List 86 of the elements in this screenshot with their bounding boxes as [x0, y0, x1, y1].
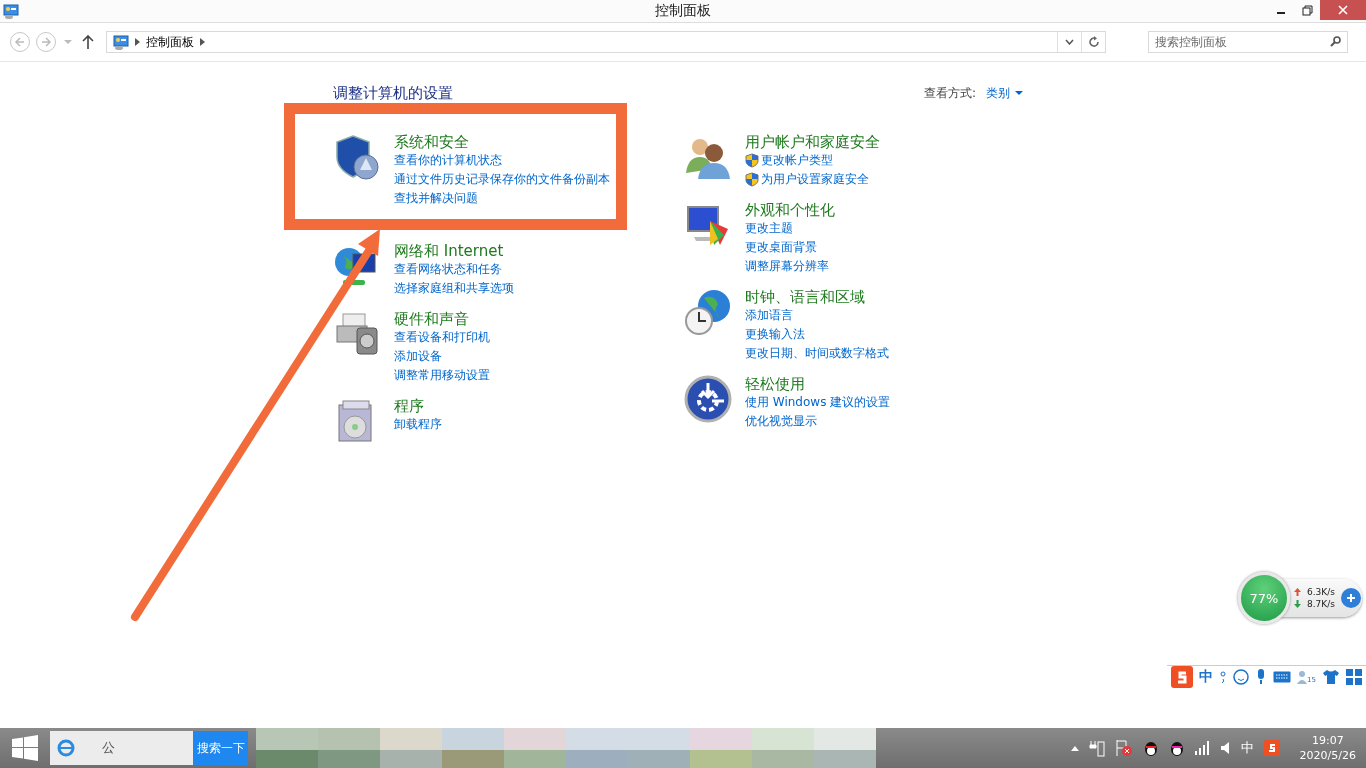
minimize-icon: [1277, 12, 1285, 14]
globe-clock-icon: [684, 288, 732, 336]
caret-icon: [1015, 91, 1023, 96]
penguin-icon[interactable]: [1168, 739, 1185, 757]
category-link[interactable]: 查找并解决问题: [394, 189, 478, 208]
category-link[interactable]: 更改帐户类型: [761, 151, 833, 170]
category-link[interactable]: 使用 Windows 建议的设置: [745, 393, 891, 412]
category-link[interactable]: 添加设备: [394, 347, 442, 366]
sogou-logo-icon[interactable]: [1171, 666, 1194, 688]
chevron-right-icon: [135, 38, 140, 46]
download-arrow-icon: [1294, 600, 1301, 608]
shield-icon: [333, 133, 381, 181]
ime-mode[interactable]: 中: [1199, 668, 1214, 686]
upload-speed: 6.3K/s: [1307, 587, 1335, 597]
grid-icon[interactable]: [1346, 669, 1362, 685]
control-panel-icon: [3, 3, 19, 19]
clock-time: 19:07: [1311, 733, 1344, 748]
category-link[interactable]: 查看网络状态和任务: [394, 260, 502, 279]
category-title[interactable]: 时钟、语言和区域: [745, 288, 865, 306]
signal-icon[interactable]: [1194, 741, 1211, 755]
category-link[interactable]: 调整常用移动设置: [394, 366, 490, 385]
category-link[interactable]: 查看设备和打印机: [394, 328, 490, 347]
plus-icon: [1345, 593, 1356, 603]
taskbar-search-field[interactable]: 公: [50, 731, 193, 765]
punctuation-icon[interactable]: [1219, 670, 1228, 684]
category-title[interactable]: 外观和个性化: [745, 201, 835, 219]
browser-icon: [56, 738, 76, 758]
restore-icon: [1301, 4, 1313, 16]
back-arrow-icon: [14, 36, 26, 48]
category-link[interactable]: 查看你的计算机状态: [394, 151, 502, 170]
category-link[interactable]: 选择家庭组和共享选项: [394, 279, 514, 298]
penguin-icon[interactable]: [1142, 739, 1159, 757]
search-field[interactable]: 搜索控制面板: [1148, 31, 1348, 53]
smiley-icon[interactable]: [1233, 669, 1250, 685]
upload-arrow-icon: [1294, 588, 1301, 596]
window-title: 控制面板: [655, 2, 711, 20]
view-by-dropdown[interactable]: 类别: [986, 85, 1023, 102]
category-title[interactable]: 系统和安全: [394, 133, 469, 151]
keyboard-icon[interactable]: [1273, 671, 1292, 683]
show-hidden-icons[interactable]: [1070, 745, 1079, 751]
download-speed: 8.7K/s: [1307, 599, 1335, 609]
category-link[interactable]: 调整屏幕分辨率: [745, 257, 829, 276]
speaker-icon[interactable]: [1220, 741, 1231, 755]
close-button[interactable]: [1320, 0, 1366, 20]
flag-error-icon[interactable]: [1114, 739, 1133, 757]
chevron-down-icon: [1065, 39, 1074, 45]
up-arrow-icon: [82, 35, 94, 49]
refresh-icon: [1087, 36, 1100, 48]
category-title[interactable]: 程序: [394, 397, 424, 415]
uac-shield-icon: [745, 153, 759, 168]
up-button[interactable]: [80, 35, 96, 49]
category-link[interactable]: 通过文件历史记录保存你的文件备份副本: [394, 170, 610, 189]
chevron-right-icon: [200, 38, 205, 46]
search-icon: [1330, 36, 1341, 47]
clock-date: 2020/5/26: [1299, 748, 1356, 763]
input-language[interactable]: 中: [1240, 739, 1254, 757]
view-by-label: 查看方式:: [923, 85, 976, 102]
search-button[interactable]: 搜索一下: [193, 731, 248, 765]
expand-button[interactable]: [1340, 588, 1361, 608]
uac-shield-icon: [745, 172, 759, 187]
category-link[interactable]: 添加语言: [745, 306, 793, 325]
page-heading: 调整计算机的设置: [333, 84, 453, 103]
category-title[interactable]: 硬件和声音: [394, 310, 469, 328]
category-title[interactable]: 轻松使用: [745, 375, 805, 393]
clock[interactable]: 19:07 2020/5/26: [1299, 733, 1356, 763]
forward-arrow-icon: [40, 36, 52, 48]
category-title[interactable]: 用户帐户和家庭安全: [745, 133, 880, 151]
accessibility-icon: [684, 375, 732, 423]
sogou-logo-icon[interactable]: [1263, 740, 1280, 756]
address-bar[interactable]: 控制面板: [106, 31, 1106, 53]
category-link[interactable]: 更改桌面背景: [745, 238, 817, 257]
category-link[interactable]: 更改日期、时间或数字格式: [745, 344, 889, 363]
printer-speaker-icon: [333, 310, 381, 358]
windows-logo-icon: [12, 735, 38, 761]
close-icon: [1338, 5, 1348, 15]
category-title[interactable]: 网络和 Internet: [394, 242, 504, 260]
category-link[interactable]: 更改主题: [745, 219, 793, 238]
shirt-icon[interactable]: [1322, 669, 1340, 685]
category-link[interactable]: 为用户设置家庭安全: [761, 170, 869, 189]
category-link[interactable]: 更换输入法: [745, 325, 805, 344]
category-link[interactable]: 卸载程序: [394, 415, 442, 434]
caret-icon: [64, 39, 72, 45]
control-panel-icon: [113, 34, 129, 50]
breadcrumb-item[interactable]: 控制面板: [146, 33, 194, 51]
battery-plug-icon[interactable]: [1088, 739, 1105, 757]
category-link[interactable]: 优化视觉显示: [745, 412, 817, 431]
